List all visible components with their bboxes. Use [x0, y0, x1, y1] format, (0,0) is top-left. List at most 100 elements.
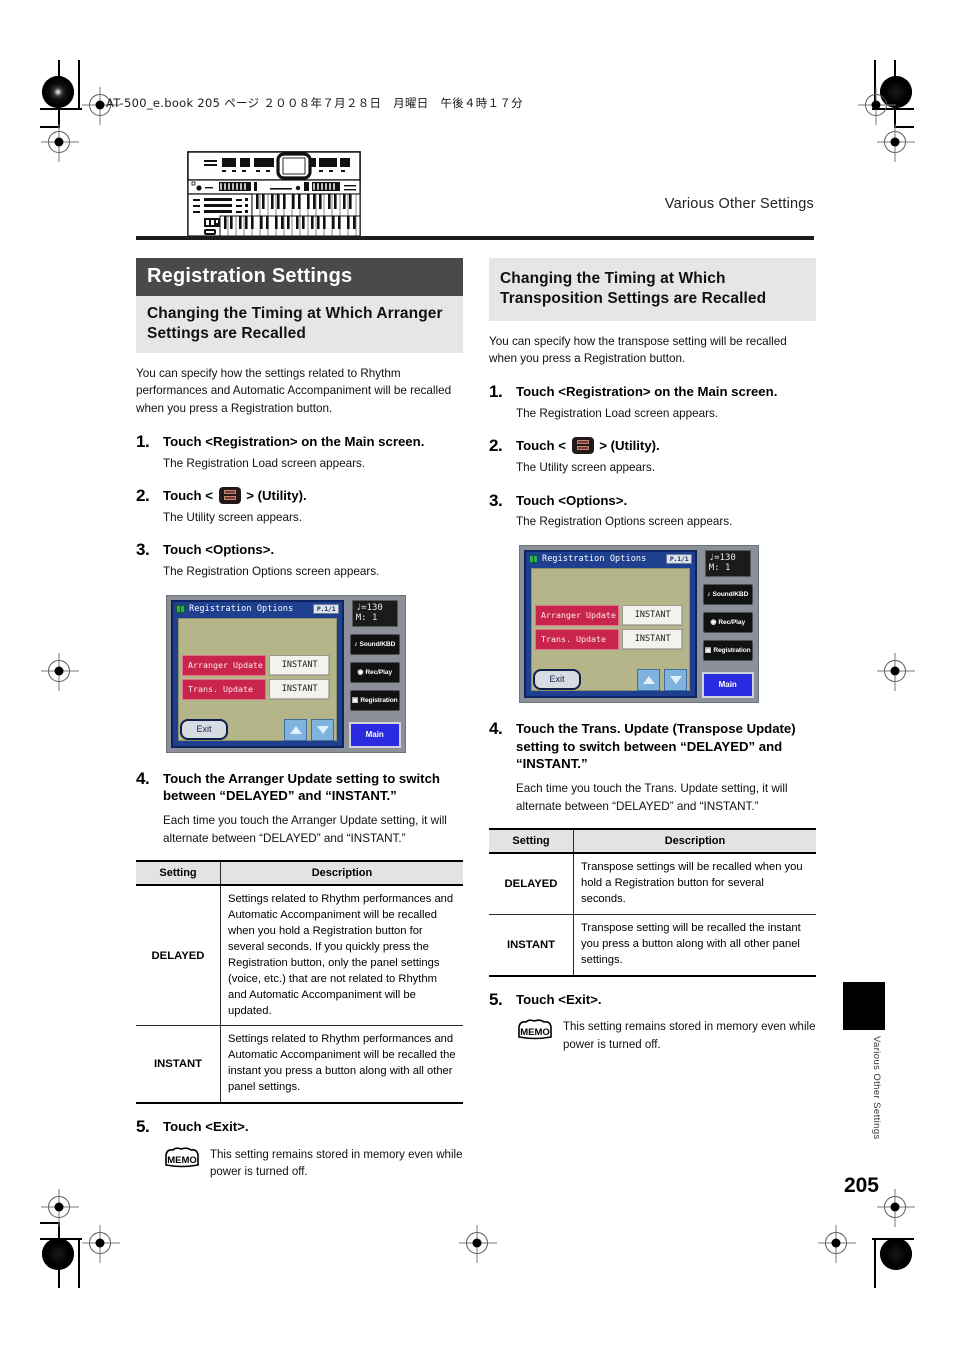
lcd-exit-button[interactable]: Exit: [180, 718, 228, 740]
lcd-exit-button[interactable]: Exit: [533, 668, 581, 690]
step-number: 4.: [136, 768, 150, 788]
lcd-title-bar: Registration Options P.1/1: [173, 602, 342, 616]
crop-mark-top-right-h2: [894, 126, 914, 128]
crop-mark-bottom-right-v: [874, 1240, 876, 1288]
lcd-screenshot-transposition: Registration Options P.1/1 Arranger Upda…: [519, 544, 759, 703]
side-button-rec-play[interactable]: ◉ Rec/Play: [349, 661, 400, 683]
lcd-title-bar: Registration Options P.1/1: [526, 552, 695, 566]
registration-icon: ▣: [704, 647, 712, 655]
page-number: 205: [843, 1174, 879, 1197]
registration-mark-mid-right: [884, 660, 906, 682]
book-icon: [529, 554, 538, 563]
lcd-side-panel: ♩=130 M: 1 ♪ Sound/KBD ◉ Rec/Play ▣ Registr…: [348, 599, 401, 748]
registration-mark-top-left-2: [48, 131, 70, 153]
side-tab-marker: [843, 982, 885, 1030]
step-4-transposition: 4. Touch the Trans. Update (Transpose Up…: [489, 719, 816, 815]
step-title-before: Touch <: [163, 488, 217, 504]
table-cell-setting: INSTANT: [489, 914, 574, 977]
step-number: 1.: [489, 382, 503, 402]
tempo-display: ♩=130 M: 1: [351, 599, 398, 627]
step-description: The Registration Options screen appears.: [163, 565, 380, 579]
registration-mark-mid-left: [48, 660, 70, 682]
intro-paragraph-arranger: You can specify how the settings related…: [136, 366, 452, 416]
step-5-transposition: 5. Touch <Exit>.: [489, 990, 816, 1009]
side-button-rec-play[interactable]: ◉ Rec/Play: [702, 611, 753, 633]
lcd-row-label: Arranger Update: [182, 654, 266, 676]
side-button-label: Sound/KBD: [359, 640, 396, 648]
main-button[interactable]: Main: [348, 721, 401, 748]
crop-mark-bottom-left-h2: [40, 1222, 60, 1224]
lcd-row-arranger-update: Arranger Update INSTANT: [535, 604, 684, 626]
side-button-label: Rec/Play: [365, 668, 393, 676]
tempo-bpm: ♩=130: [355, 602, 383, 613]
section-title-transposition: Changing the Timing at Which Transpositi…: [489, 258, 816, 321]
step-title-after: > (Utility).: [242, 488, 307, 504]
step-title: Touch < > (Utility).: [516, 437, 816, 455]
table-row: INSTANT Settings related to Rhythm perfo…: [136, 1025, 463, 1105]
step-title-before: Touch <: [516, 438, 570, 454]
step-title: Touch <Registration> on the Main screen.: [516, 384, 778, 400]
side-button-sound-kbd[interactable]: ♪ Sound/KBD: [702, 583, 753, 605]
step-title: Touch <Exit>.: [163, 1119, 249, 1135]
table-row: INSTANT Transpose setting will be recall…: [489, 914, 816, 977]
lcd-page-up-button[interactable]: [284, 718, 308, 741]
lcd-side-panel: ♩=130 M: 1 ♪ Sound/KBD ◉ Rec/Play ▣ Registr…: [701, 549, 754, 698]
table-cell-setting: INSTANT: [136, 1025, 221, 1105]
tempo-bpm: ♩=130: [708, 552, 736, 563]
lcd-screen: Registration Options P.1/1 Arranger Upda…: [524, 549, 698, 698]
step-1-transposition: 1. Touch <Registration> on the Main scre…: [489, 383, 816, 422]
table-cell-setting: DELAYED: [489, 853, 574, 915]
utility-icon: [571, 437, 594, 455]
step-number: 2.: [489, 436, 503, 456]
registration-mark-bottom-left: [48, 1196, 70, 1218]
side-button-label: Sound/KBD: [712, 590, 749, 598]
table-header-row: Setting Description: [489, 828, 816, 855]
lcd-row-arranger-update: Arranger Update INSTANT: [182, 654, 331, 676]
step-description: The Utility screen appears.: [163, 510, 303, 524]
memo-icon: MEMO: [516, 1019, 554, 1041]
organ-keyboard-illustration: [186, 150, 362, 238]
registration-mark-top-right: [865, 94, 887, 116]
lcd-row-value[interactable]: INSTANT: [622, 628, 684, 650]
lcd-page-up-button[interactable]: [637, 668, 661, 691]
crop-mark-bottom-left-v: [78, 1240, 80, 1288]
settings-table-transposition: Setting Description DELAYED Transpose se…: [489, 828, 816, 977]
step-number: 3.: [136, 540, 150, 560]
side-button-sound-kbd[interactable]: ♪ Sound/KBD: [349, 633, 400, 655]
lcd-page-down-button[interactable]: [311, 718, 335, 741]
registration-mark-bottom-right: [884, 1196, 906, 1218]
left-column: Registration Settings Changing the Timin…: [136, 258, 463, 1181]
table-row: DELAYED Transpose settings will be recal…: [489, 853, 816, 915]
settings-table-arranger: Setting Description DELAYED Settings rel…: [136, 860, 463, 1105]
side-button-registration[interactable]: ▣ Registration: [702, 639, 753, 661]
memo-icon: MEMO: [163, 1147, 201, 1169]
lcd-row-label: Trans. Update: [535, 628, 619, 650]
crop-mark-top-left-h2: [40, 126, 60, 128]
step-2-transposition: 2. Touch < > (Utility). The Utility scre…: [489, 437, 816, 476]
registration-mark-bottom-left-2: [89, 1232, 111, 1254]
tempo-measure: M: 1: [355, 613, 378, 624]
lcd-title-text: Registration Options: [542, 553, 647, 564]
step-2-arranger: 2. Touch < > (Utility). The Utility scre…: [136, 487, 463, 526]
lcd-row-trans-update: Trans. Update INSTANT: [182, 678, 331, 700]
header-rule: [136, 236, 814, 240]
memo-note-transposition: MEMO This setting remains stored in memo…: [516, 1019, 816, 1054]
registration-icon: ▣: [351, 697, 359, 705]
table-row: DELAYED Settings related to Rhythm perfo…: [136, 885, 463, 1027]
step-title: Touch <Registration> on the Main screen.: [163, 434, 425, 449]
side-button-registration[interactable]: ▣ Registration: [349, 689, 400, 711]
lcd-row-value[interactable]: INSTANT: [269, 654, 331, 676]
music-note-icon: ♪: [707, 590, 711, 598]
lcd-page-down-button[interactable]: [664, 668, 688, 691]
table-cell-setting: DELAYED: [136, 885, 221, 1027]
lcd-page-indicator: P.1/1: [312, 603, 340, 614]
lcd-row-value[interactable]: INSTANT: [622, 604, 684, 626]
lcd-page-indicator: P.1/1: [665, 553, 693, 564]
side-button-label: Registration: [713, 646, 751, 654]
lcd-row-value[interactable]: INSTANT: [269, 678, 331, 700]
lcd-title-text: Registration Options: [189, 603, 294, 614]
table-header-setting: Setting: [136, 860, 221, 887]
step-number: 2.: [136, 486, 150, 506]
step-title: Touch the Trans. Update (Transpose Updat…: [516, 720, 796, 772]
main-button[interactable]: Main: [701, 671, 754, 698]
